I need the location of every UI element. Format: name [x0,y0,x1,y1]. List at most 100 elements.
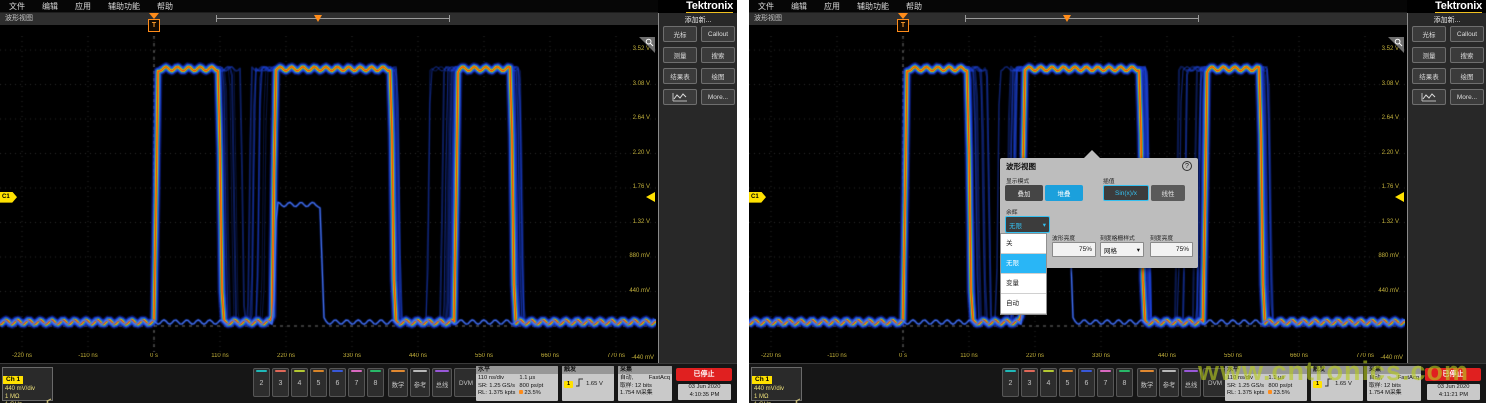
stacked-mode-button[interactable]: 堆叠 [1045,185,1083,201]
sidebar-button-测量[interactable]: 测量 [1412,47,1446,63]
aux-button-数学[interactable]: 数学 [388,368,408,397]
sidebar-button-结果表[interactable]: 结果表 [663,68,697,84]
date-label: 03 Jun 2020 [678,384,731,392]
graticule-style-select[interactable]: 网格▾ [1100,242,1144,257]
sidebar-button-搜索[interactable]: 搜索 [1450,47,1484,63]
channel-color-stripe [1119,370,1130,372]
persistence-option-无限[interactable]: 无限 [1001,254,1046,274]
sidebar-button-光标[interactable]: 光标 [663,26,697,42]
horizontal-value: 110 ns/div [1227,375,1264,383]
sidebar-button-测量[interactable]: 测量 [663,47,697,63]
magnifier-icon[interactable] [1388,37,1404,53]
menu-item-1[interactable]: 编辑 [791,1,807,12]
sidebar-button-绘图[interactable]: 绘图 [701,68,735,84]
trigger-position-marker[interactable]: T [148,13,161,31]
channel-number: 2 [1003,380,1018,387]
record-position-indicator[interactable] [965,15,1199,23]
menu-item-2[interactable]: 应用 [75,1,91,12]
linear-interp-button[interactable]: 线性 [1151,185,1185,201]
menu-item-4[interactable]: 帮助 [157,1,173,12]
overlay-mode-button[interactable]: 叠加 [1005,185,1043,201]
sidebar-button-Callout[interactable]: Callout [1450,26,1484,42]
position-right-cap [449,15,450,22]
position-marker[interactable] [314,15,322,22]
chevron-down-icon: ▾ [1137,246,1140,254]
acquisition-panel[interactable]: 采集自动,FastAcq取样: 12 bits1.754 M采集 [1367,366,1421,401]
horizontal-value: 800 ps/pt [519,383,543,391]
magnifier-icon[interactable] [639,37,655,53]
channel-button-3[interactable]: 3 [272,368,289,397]
time-label: 4:11:21 PM [1427,392,1480,400]
trigger-panel[interactable]: 触发11.65 V [1311,366,1363,401]
trigger-level-arrow[interactable] [1395,192,1404,202]
menu-bar: 文件 编辑 应用 辅助功能 帮助 [0,0,658,13]
persistence-option-变量[interactable]: 变量 [1001,274,1046,294]
graticule-intensity-input[interactable]: 75% [1150,242,1193,257]
channel-button-7[interactable]: 7 [1097,368,1114,397]
help-icon[interactable]: ? [1182,161,1192,171]
channel1-badge[interactable]: Ch 1440 mV/div1 MΩ1 GHz [751,367,802,401]
menu-item-3[interactable]: 辅助功能 [857,1,889,12]
sidebar-button-More...[interactable]: More... [701,89,735,105]
sidebar-button-搜索[interactable]: 搜索 [701,47,735,63]
sidebar-button-光标[interactable]: 光标 [1412,26,1446,42]
persistence-option-关[interactable]: 关 [1001,234,1046,254]
sidebar-button-More...[interactable]: More... [1450,89,1484,105]
sinx-interp-button[interactable]: Sin(x)/x [1103,185,1149,201]
wave-intensity-input[interactable]: 75% [1052,242,1096,257]
aux-button-DVM[interactable]: DVM [454,368,478,397]
channel-button-2[interactable]: 2 [1002,368,1019,397]
aux-button-参考[interactable]: 参考 [1159,368,1179,397]
run-stop-button[interactable]: 已停止 [1425,368,1481,381]
aux-button-数学[interactable]: 数学 [1137,368,1157,397]
x-axis-label: 440 ns [398,353,438,361]
aux-button-参考[interactable]: 参考 [410,368,430,397]
x-axis-label: 550 ns [464,353,504,361]
menu-item-0[interactable]: 文件 [9,1,25,12]
aux-button-总线[interactable]: 总线 [432,368,452,397]
channel-button-4[interactable]: 4 [1040,368,1057,397]
channel-number: 5 [1060,380,1075,387]
sidebar-button-Callout[interactable]: Callout [701,26,735,42]
acquisition-row1: 自动,FastAcq [620,375,670,383]
sidebar-button-绘图[interactable]: 绘图 [1450,68,1484,84]
trigger-level-arrow[interactable] [646,192,655,202]
trigger-panel[interactable]: 触发11.65 V [562,366,614,401]
position-marker[interactable] [1063,15,1071,22]
run-stop-button[interactable]: 已停止 [676,368,732,381]
channel-button-4[interactable]: 4 [291,368,308,397]
channel-number: 4 [292,380,307,387]
channel1-badge[interactable]: Ch 1440 mV/div1 MΩ1 GHz [2,367,53,401]
channel-button-7[interactable]: 7 [348,368,365,397]
menu-item-4[interactable]: 帮助 [906,1,922,12]
record-position-indicator[interactable] [216,15,450,23]
aux-button-总线[interactable]: 总线 [1181,368,1201,397]
aux-button-DVM[interactable]: DVM [1203,368,1227,397]
menu-item-1[interactable]: 编辑 [42,1,58,12]
horizontal-panel[interactable]: 水平110 ns/divSR: 1.25 GS/sRL: 1.375 kpts1… [1225,366,1307,401]
acquisition-panel[interactable]: 采集自动,FastAcq取样: 12 bits1.754 M采集 [618,366,672,401]
acquisition-mode: 自动, [1369,375,1382,383]
wave-intensity-value: 75% [1079,246,1092,253]
persistence-option-自动[interactable]: 自动 [1001,294,1046,314]
channel-button-5[interactable]: 5 [1059,368,1076,397]
channel-button-5[interactable]: 5 [310,368,327,397]
channel-button-3[interactable]: 3 [1021,368,1038,397]
persistence-dropdown[interactable]: 无限▾ [1005,216,1050,233]
channel-button-8[interactable]: 8 [1116,368,1133,397]
horizontal-panel[interactable]: 水平110 ns/divSR: 1.25 GS/sRL: 1.375 kpts1… [476,366,558,401]
trigger-position-marker[interactable]: T [897,13,910,31]
menu-item-3[interactable]: 辅助功能 [108,1,140,12]
sidebar-plot-icon-button[interactable] [1412,89,1446,105]
channel-button-8[interactable]: 8 [367,368,384,397]
channel-button-6[interactable]: 6 [329,368,346,397]
aux-label: 参考 [411,380,429,389]
menu-item-0[interactable]: 文件 [758,1,774,12]
sidebar-plot-icon-button[interactable] [663,89,697,105]
channel-button-2[interactable]: 2 [253,368,270,397]
menu-item-2[interactable]: 应用 [824,1,840,12]
horizontal-value: 23.5% [1268,390,1292,398]
sidebar-button-结果表[interactable]: 结果表 [1412,68,1446,84]
waveform-canvas[interactable] [0,36,656,352]
channel-button-6[interactable]: 6 [1078,368,1095,397]
